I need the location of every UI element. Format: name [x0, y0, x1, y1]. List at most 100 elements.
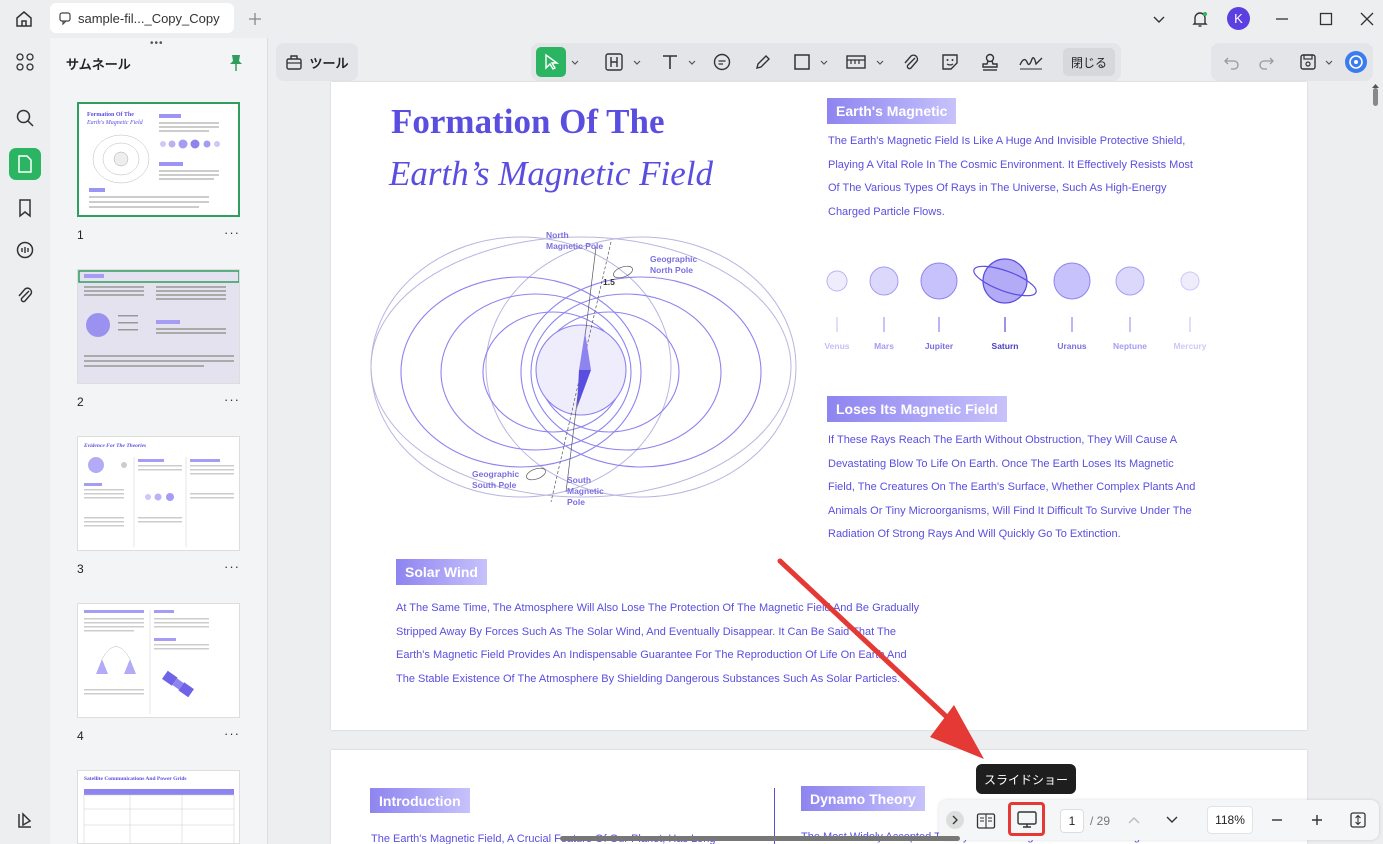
left-rail: [0, 38, 50, 844]
measure-tool-button[interactable]: [843, 47, 869, 77]
toolbox-icon: [286, 55, 303, 70]
maximize-icon[interactable]: [1311, 4, 1341, 34]
bookmark-icon[interactable]: [9, 192, 41, 224]
chevron-down-icon[interactable]: [1144, 4, 1174, 34]
signature-tool-button[interactable]: [1016, 47, 1046, 77]
text-line: Animals Or Tiny Microorganisms, Will Fin…: [828, 504, 1192, 517]
document-tab[interactable]: sample-fil..._Copy_Copy: [50, 3, 234, 33]
page-thumbnail-1[interactable]: Formation Of The Earth's Magnetic Field: [77, 102, 240, 217]
vertical-scroll-thumb[interactable]: [1373, 88, 1378, 106]
section-heading-solar-wind: Solar Wind: [396, 559, 487, 585]
text-line: Charged Particle Flows.: [828, 205, 945, 218]
reading-mode-button[interactable]: [973, 808, 999, 834]
page-thumbnail-4[interactable]: [77, 603, 240, 718]
vertical-scrollbar[interactable]: [1370, 82, 1381, 842]
ruler-icon: [846, 55, 866, 69]
zoom-in-button[interactable]: [1307, 810, 1327, 830]
page-thumbnail-3[interactable]: Evidence For The Theories: [77, 436, 240, 551]
comment-tool-button[interactable]: [709, 47, 735, 77]
minimize-icon[interactable]: [1267, 4, 1297, 34]
thumb-more-button[interactable]: ···: [224, 726, 240, 741]
sticker-icon: [942, 54, 958, 70]
select-cursor-button[interactable]: [536, 47, 566, 77]
sticker-tool-button[interactable]: [937, 47, 963, 77]
chevron-down-icon[interactable]: [818, 47, 830, 77]
previous-page-button[interactable]: [1124, 810, 1144, 830]
chevron-right-icon: [952, 815, 958, 825]
chevron-up-icon: [1128, 817, 1140, 824]
zoom-out-button[interactable]: [1267, 810, 1287, 830]
undo-icon[interactable]: [1219, 47, 1245, 77]
thumb-preview-graphic: [78, 270, 239, 383]
south-magnetic-pole-label: South Magnetic Pole: [567, 475, 604, 507]
new-tab-plus-icon[interactable]: [240, 4, 270, 34]
home-icon[interactable]: [9, 4, 39, 34]
horizontal-scroll-thumb[interactable]: [560, 836, 960, 841]
chevron-down-icon[interactable]: [631, 47, 643, 77]
pin-icon[interactable]: [228, 54, 244, 72]
bell-icon[interactable]: [1185, 4, 1215, 34]
chevron-down-icon[interactable]: [874, 47, 886, 77]
next-page-button[interactable]: [1162, 810, 1182, 830]
title-bar: sample-fil..._Copy_Copy K: [0, 0, 1383, 38]
close-toolbar-button[interactable]: 閉じる: [1063, 48, 1115, 76]
fit-page-button[interactable]: [1346, 808, 1370, 832]
ai-assistant-icon[interactable]: [1343, 47, 1369, 77]
shape-tool-button[interactable]: [789, 47, 815, 77]
planet-label-neptune: Neptune: [1113, 341, 1147, 351]
tools-button[interactable]: ツール: [276, 43, 358, 81]
comment-list-icon[interactable]: [9, 234, 41, 266]
zoom-level-field[interactable]: 118%: [1207, 806, 1253, 834]
panel-drag-handle[interactable]: •••: [150, 38, 164, 49]
highlight-tool-button[interactable]: [601, 47, 627, 77]
attach-tool-button[interactable]: [898, 47, 924, 77]
thumb-preview-graphic: [84, 457, 234, 547]
right-toolbar: [1211, 43, 1373, 81]
chevron-down-icon[interactable]: [569, 47, 581, 77]
stamp-tool-button[interactable]: [977, 47, 1003, 77]
text-line: Devastating Blow To Life On Earth. Once …: [828, 457, 1174, 470]
thumb-preview-graphic: [83, 789, 235, 843]
search-icon[interactable]: [9, 102, 41, 134]
collapse-bar-button[interactable]: [946, 811, 964, 829]
grid-apps-icon[interactable]: [9, 46, 41, 78]
thumb-more-button[interactable]: ···: [224, 225, 240, 240]
pen-tool-button[interactable]: [750, 47, 776, 77]
square-icon: [794, 54, 810, 70]
comment-bubble-icon: [713, 53, 731, 71]
close-window-icon[interactable]: [1352, 4, 1382, 34]
angle-label: 1.5: [603, 277, 615, 287]
geographic-south-pole-label: Geographic South Pole: [472, 469, 520, 490]
page-number-input[interactable]: 1: [1060, 809, 1084, 833]
redo-icon[interactable]: [1253, 47, 1279, 77]
red-arrow-annotation: [777, 558, 984, 759]
text-tool-button[interactable]: [657, 47, 683, 77]
text-line: If These Rays Reach The Earth Without Ob…: [828, 434, 1178, 446]
page-total-label: / 29: [1090, 814, 1111, 828]
cursor-icon: [545, 53, 560, 70]
thumb-more-button[interactable]: ···: [224, 392, 240, 407]
page-thumbnail-2[interactable]: [77, 269, 240, 384]
save-icon[interactable]: [1295, 47, 1321, 77]
user-avatar[interactable]: K: [1227, 7, 1250, 30]
planet-label-uranus: Uranus: [1057, 341, 1087, 351]
chevron-down-icon[interactable]: [686, 47, 698, 77]
text-line: Radiation Of Strong Rays And Will Quickl…: [828, 528, 1121, 541]
annotation-toolbar: [531, 43, 1121, 81]
plus-icon: [1312, 815, 1322, 825]
section-heading-introduction: Introduction: [370, 788, 470, 813]
chevron-down-icon[interactable]: [1323, 47, 1335, 77]
pen-icon: [756, 55, 770, 69]
slideshow-button[interactable]: [1008, 802, 1045, 836]
attachment-icon[interactable]: [9, 279, 41, 311]
north-magnetic-pole-label: North Magnetic Pole: [546, 230, 604, 251]
thumb-number: 4: [77, 729, 84, 743]
page-thumbnail-5[interactable]: Satellite Communications And Power Grids: [77, 770, 240, 844]
layers-icon[interactable]: [9, 804, 41, 836]
thumb-more-button[interactable]: ···: [224, 559, 240, 574]
planets-graphic: [826, 258, 1200, 332]
slideshow-tooltip: スライドショー: [976, 764, 1076, 794]
highlight-h-icon: [605, 53, 623, 71]
thumbnail-page-icon[interactable]: [9, 148, 41, 180]
minus-icon: [1272, 819, 1282, 821]
